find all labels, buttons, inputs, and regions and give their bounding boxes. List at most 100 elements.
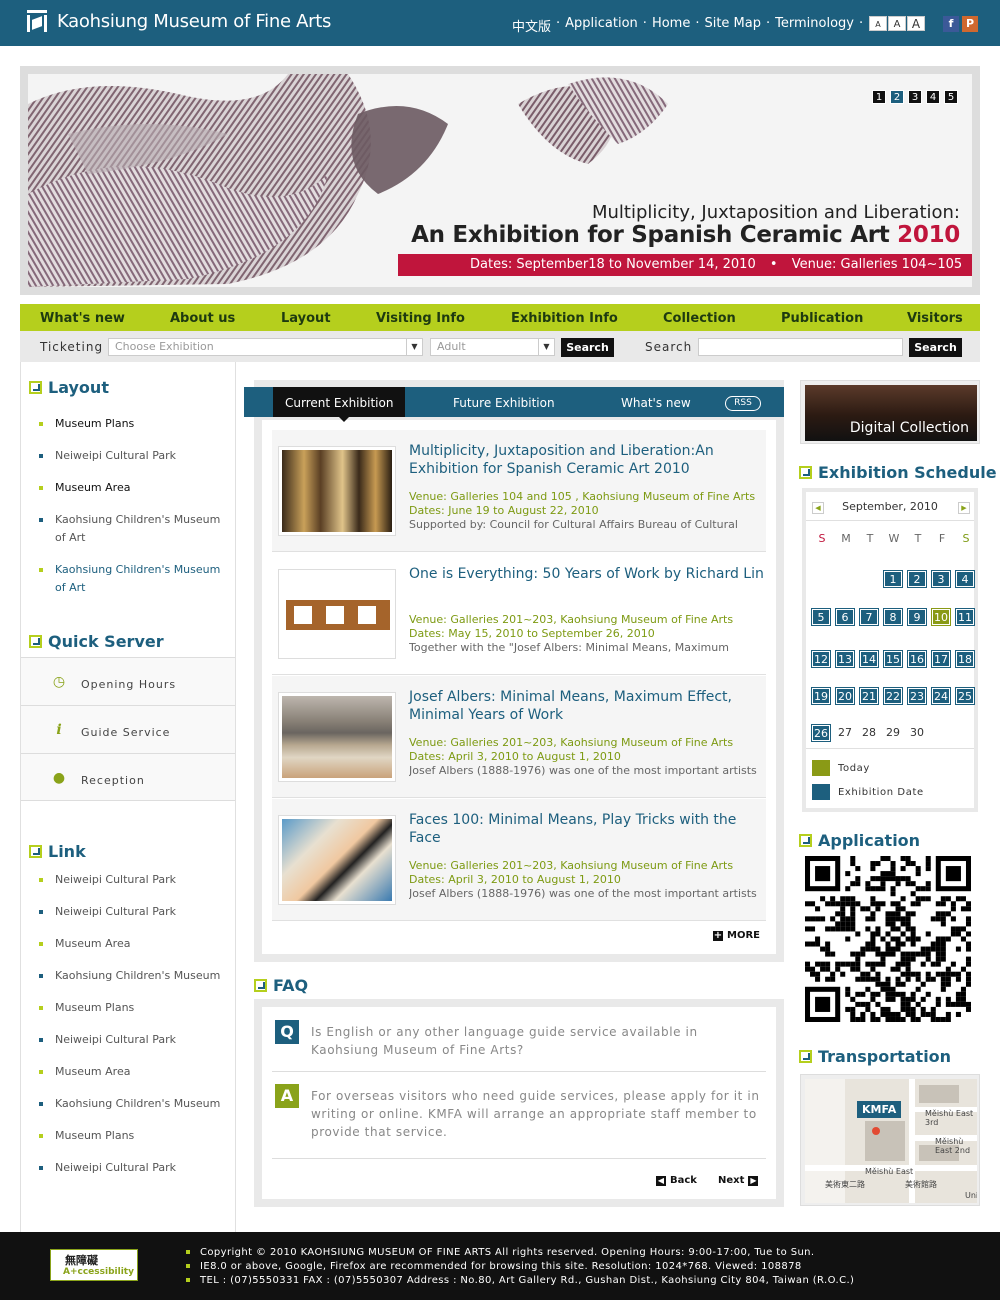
link-item[interactable]: Neiweipi Cultural Park <box>39 1031 225 1049</box>
layout-link-active[interactable]: Kaohsiung Children's Museum of Art <box>39 561 225 597</box>
font-size-medium-button[interactable]: A <box>888 16 906 31</box>
tab-future-exhibition[interactable]: Future Exhibition <box>453 387 555 417</box>
ticket-type-select[interactable]: Adult ▼ <box>430 338 555 356</box>
calendar-day[interactable]: 24 <box>931 687 951 705</box>
calendar-day[interactable]: 11 <box>955 608 975 626</box>
calendar-day[interactable]: 13 <box>835 650 855 668</box>
font-size-large-button[interactable]: A <box>907 16 925 31</box>
calendar-day[interactable]: 17 <box>931 650 951 668</box>
nav-visitors[interactable]: Visitors <box>907 304 963 333</box>
calendar-day[interactable]: 21 <box>859 687 879 705</box>
calendar-day[interactable]: 4 <box>955 570 975 588</box>
banner-page-4[interactable]: 4 <box>926 90 940 104</box>
calendar-day[interactable]: 6 <box>835 608 855 626</box>
calendar-day[interactable]: 8 <box>883 608 903 626</box>
ticket-search-button[interactable]: Search <box>561 338 614 357</box>
accessibility-badge[interactable]: 無障礙 A+ccessibility <box>50 1249 138 1281</box>
exhibition-title[interactable]: Faces 100: Minimal Means, Play Tricks wi… <box>409 811 769 847</box>
layout-link[interactable]: Neiweipi Cultural Park <box>39 447 225 465</box>
calendar-day[interactable]: 25 <box>955 687 975 705</box>
more-link[interactable]: + MORE <box>713 930 760 941</box>
link-item[interactable]: Museum Area <box>39 1063 225 1081</box>
calendar-day[interactable]: 30 <box>908 725 926 741</box>
layout-link[interactable]: Museum Area <box>39 479 225 497</box>
qr-code-icon[interactable] <box>805 856 971 1022</box>
nav-layout[interactable]: Layout <box>281 304 331 333</box>
top-nav-terminology[interactable]: Terminology <box>775 16 854 35</box>
calendar-day[interactable]: 29 <box>884 725 902 741</box>
plurk-icon[interactable]: P <box>962 16 978 32</box>
calendar-day[interactable]: 9 <box>907 608 927 626</box>
nav-visiting-info[interactable]: Visiting Info <box>376 304 465 333</box>
calendar-day[interactable]: 23 <box>907 687 927 705</box>
quick-opening-hours[interactable]: ◷ Opening Hours <box>21 657 235 705</box>
site-search-button[interactable]: Search <box>909 338 962 357</box>
calendar-day[interactable]: 18 <box>955 650 975 668</box>
transportation-map[interactable]: KMFA Měishù East 3rd Měishù East 2nd Měi… <box>800 1074 980 1206</box>
calendar-day[interactable]: 22 <box>883 687 903 705</box>
link-item[interactable]: Museum Plans <box>39 1127 225 1145</box>
link-item[interactable]: Neiweipi Cultural Park <box>39 1159 225 1177</box>
exhibition-item[interactable]: Multiplicity, Juxtaposition and Liberati… <box>272 430 766 552</box>
nav-exhibition-info[interactable]: Exhibition Info <box>511 304 618 333</box>
calendar-day[interactable]: 15 <box>883 650 903 668</box>
exhibition-thumbnail[interactable] <box>278 446 396 536</box>
exhibition-select[interactable]: Choose Exhibition ▼ <box>108 338 423 356</box>
calendar-day[interactable]: 7 <box>859 608 879 626</box>
rss-button[interactable]: RSS <box>725 396 761 411</box>
top-nav-sitemap[interactable]: Site Map <box>704 16 761 35</box>
exhibition-item[interactable]: Faces 100: Minimal Means, Play Tricks wi… <box>272 799 766 921</box>
exhibition-thumbnail[interactable] <box>278 815 396 905</box>
exhibition-thumbnail[interactable] <box>278 692 396 782</box>
calendar-day[interactable]: 14 <box>859 650 879 668</box>
calendar-day[interactable]: 16 <box>907 650 927 668</box>
exhibition-item[interactable]: Josef Albers: Minimal Means, Maximum Eff… <box>272 676 766 798</box>
top-nav-application[interactable]: Application <box>565 16 638 35</box>
banner-page-3[interactable]: 3 <box>908 90 922 104</box>
calendar-day[interactable]: 26 <box>811 724 831 742</box>
nav-publication[interactable]: Publication <box>781 304 863 333</box>
link-item[interactable]: Museum Plans <box>39 999 225 1017</box>
banner-page-1[interactable]: 1 <box>872 90 886 104</box>
nav-about-us[interactable]: About us <box>170 304 235 333</box>
tab-current-exhibition[interactable]: Current Exhibition <box>273 387 406 422</box>
calendar-day[interactable]: 28 <box>860 725 878 741</box>
digital-collection-banner[interactable]: Digital Collection <box>800 380 980 444</box>
banner-page-2[interactable]: 2 <box>890 90 904 104</box>
calendar-day[interactable]: 10 <box>931 608 951 626</box>
calendar-day[interactable]: 1 <box>883 570 903 588</box>
font-size-small-button[interactable]: A <box>869 16 887 31</box>
exhibition-title[interactable]: Multiplicity, Juxtaposition and Liberati… <box>409 442 769 478</box>
site-logo[interactable]: Kaohsiung Museum of Fine Arts <box>27 10 331 32</box>
calendar-day[interactable]: 3 <box>931 570 951 588</box>
calendar-day[interactable]: 20 <box>835 687 855 705</box>
quick-reception[interactable]: ● Reception <box>21 753 235 801</box>
calendar-day[interactable]: 12 <box>811 650 831 668</box>
banner-page-5[interactable]: 5 <box>944 90 958 104</box>
facebook-icon[interactable]: f <box>943 16 959 32</box>
calendar-day[interactable]: 19 <box>811 687 831 705</box>
exhibition-thumbnail[interactable] <box>278 569 396 659</box>
exhibition-title[interactable]: Josef Albers: Minimal Means, Maximum Eff… <box>409 688 769 724</box>
exhibition-title[interactable]: One is Everything: 50 Years of Work by R… <box>409 565 769 583</box>
top-nav-chinese[interactable]: 中文版 <box>512 16 551 35</box>
tab-whats-new[interactable]: What's new <box>621 387 691 417</box>
link-item[interactable]: Neiweipi Cultural Park <box>39 871 225 889</box>
calendar-day[interactable]: 2 <box>907 570 927 588</box>
top-nav-home[interactable]: Home <box>652 16 690 35</box>
calendar-next-icon[interactable]: ▶ <box>958 502 970 514</box>
link-item[interactable]: Kaohsiung Children's Museum <box>39 967 225 985</box>
layout-link[interactable]: Kaohsiung Children's Museum of Art <box>39 511 225 547</box>
nav-whats-new[interactable]: What's new <box>40 304 125 333</box>
search-input[interactable] <box>698 338 903 356</box>
link-item[interactable]: Museum Area <box>39 935 225 953</box>
calendar-day[interactable]: 27 <box>836 725 854 741</box>
link-item[interactable]: Neiweipi Cultural Park <box>39 903 225 921</box>
faq-back-button[interactable]: ◀ Back <box>656 1175 697 1186</box>
calendar-day[interactable]: 5 <box>811 608 831 626</box>
nav-collection[interactable]: Collection <box>663 304 736 333</box>
link-item[interactable]: Kaohsiung Children's Museum <box>39 1095 225 1113</box>
faq-next-button[interactable]: Next ▶ <box>718 1175 759 1186</box>
hero-banner[interactable]: 1 2 3 4 5 Multiplicity, Juxtaposition an… <box>28 74 972 287</box>
layout-link[interactable]: Museum Plans <box>39 415 225 433</box>
